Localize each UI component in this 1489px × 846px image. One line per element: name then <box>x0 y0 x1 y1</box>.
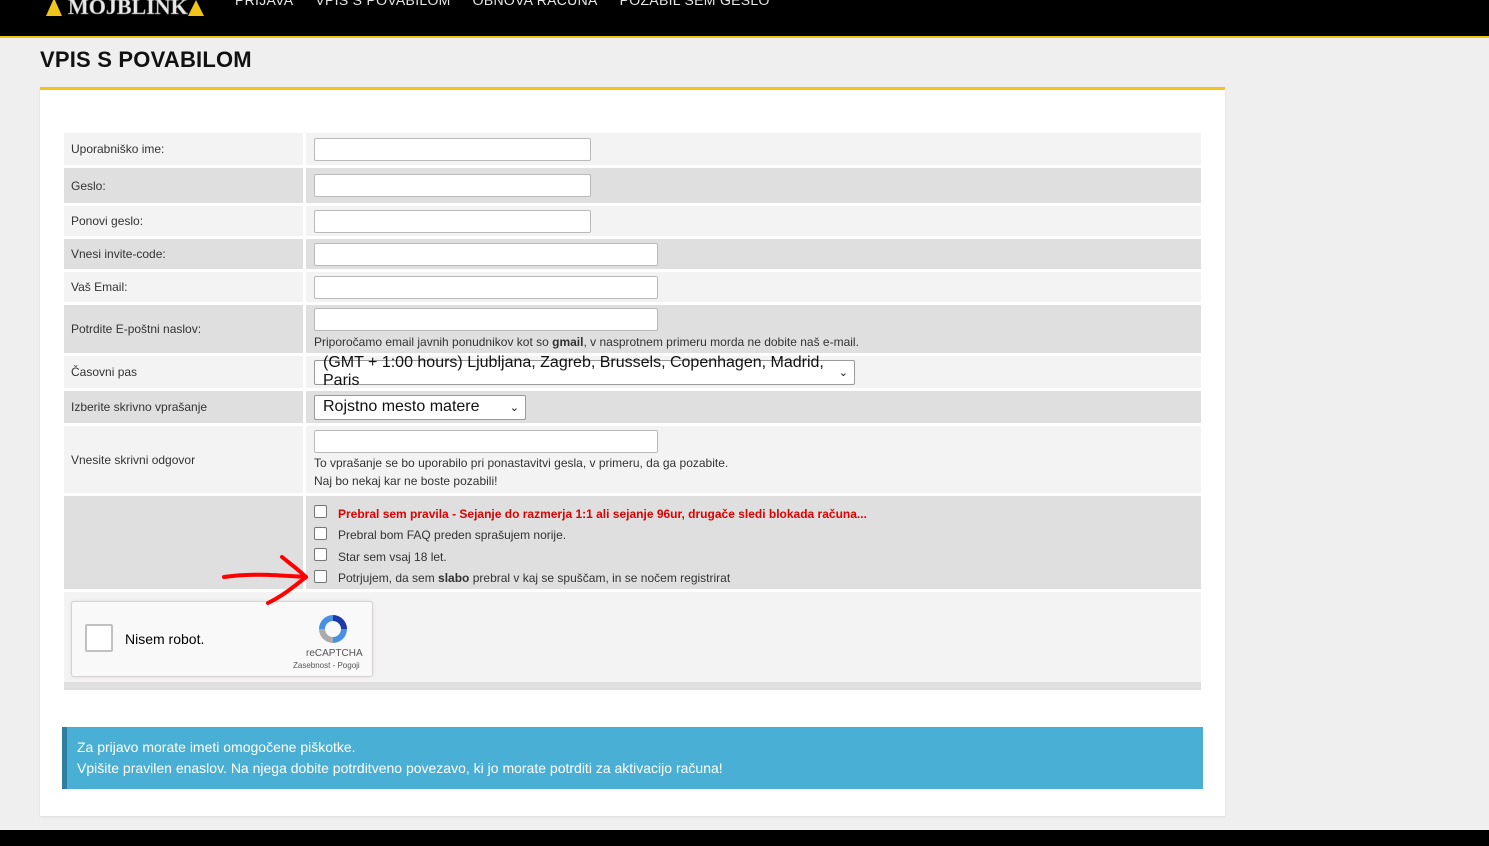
row-password-repeat: Ponovi geslo: <box>64 206 1201 239</box>
row-timezone: Časovni pas (GMT + 1:00 hours) Ljubljana… <box>64 354 1201 391</box>
logo-text: MOJBLINK <box>68 0 188 19</box>
top-nav-bar: MOJBLINK PRIJAVA VPIS S POVABILOM OBNOVA… <box>0 0 1489 38</box>
row-email: Vaš Email: <box>64 272 1201 305</box>
chevron-down-icon: ⌄ <box>509 401 519 414</box>
main-nav: PRIJAVA VPIS S POVABILOM OBNOVA RAČUNA P… <box>235 0 770 8</box>
row-email-confirm: Potrdite E-poštni naslov: Priporočamo em… <box>64 305 1201 356</box>
password-repeat-label: Ponovi geslo: <box>64 206 306 236</box>
bottom-bar <box>0 830 1489 846</box>
row-username: Uporabniško ime: <box>64 133 1201 168</box>
checkbox-age[interactable]: Star sem vsaj 18 let. <box>314 546 1201 568</box>
faq-checkbox[interactable] <box>314 526 327 540</box>
recaptcha-links[interactable]: Zasebnost - Pogoji <box>293 661 360 670</box>
username-input[interactable] <box>314 137 591 161</box>
form-footer-strip <box>64 682 1201 690</box>
age-checkbox[interactable] <box>314 548 327 562</box>
email-hint: Priporočamo email javnih ponudnikov kot … <box>314 334 859 349</box>
secret-question-select[interactable]: Rojstno mesto matere ⌄ <box>314 394 526 420</box>
secret-answer-label: Vnesite skrivni odgovor <box>64 426 306 493</box>
info-alert: Za prijavo morate imeti omogočene piškot… <box>62 727 1203 789</box>
timezone-label: Časovni pas <box>64 356 306 388</box>
rules-checkbox[interactable] <box>314 505 327 519</box>
site-logo[interactable]: MOJBLINK <box>40 0 210 20</box>
row-secret-answer: Vnesite skrivni odgovor To vprašanje se … <box>64 426 1201 496</box>
row-invite-code: Vnesi invite-code: <box>64 239 1201 272</box>
nav-item-invite-signup[interactable]: VPIS S POVABILOM <box>315 0 450 8</box>
recaptcha-brand: reCAPTCHA <box>306 648 363 659</box>
checkbox-faq[interactable]: Prebral bom FAQ preden sprašujem norije. <box>314 525 1201 547</box>
confirm-checkbox[interactable] <box>314 569 327 583</box>
email-input[interactable] <box>314 275 658 299</box>
recaptcha-widget: Nisem robot. reCAPTCHA Zasebnost - Pogoj… <box>71 601 373 677</box>
nav-item-account-recovery[interactable]: OBNOVA RAČUNA <box>473 0 598 8</box>
nav-item-forgot-password[interactable]: POZABIL SEM GESLO <box>620 0 770 8</box>
password-label: Geslo: <box>64 168 306 203</box>
secret-question-label: Izberite skrivno vprašanje <box>64 391 306 423</box>
recaptcha-icon <box>316 612 350 646</box>
password-input[interactable] <box>314 174 591 197</box>
signup-card: Uporabniško ime: Geslo: Ponovi geslo: Vn… <box>40 87 1225 816</box>
annotation-arrow-icon <box>222 555 308 605</box>
invite-code-label: Vnesi invite-code: <box>64 239 306 269</box>
info-line-email: Vpišite pravilen enaslov. Na njega dobit… <box>77 760 723 776</box>
email-confirm-input[interactable] <box>314 307 658 331</box>
checkbox-rules[interactable]: Prebral sem pravila - Sejanje do razmerj… <box>314 503 1201 525</box>
row-password: Geslo: <box>64 168 1201 206</box>
checkbox-confirm[interactable]: Potrjujem, da sem slabo prebral v kaj se… <box>314 568 1201 590</box>
chevron-down-icon: ⌄ <box>838 366 848 379</box>
invite-code-input[interactable] <box>314 242 658 266</box>
username-label: Uporabniško ime: <box>64 133 306 165</box>
secret-answer-hint: To vprašanje se bo uporabilo pri ponasta… <box>314 455 729 488</box>
page-title: VPIS S POVABILOM <box>40 47 252 72</box>
timezone-select[interactable]: (GMT + 1:00 hours) Ljubljana, Zagreb, Br… <box>314 354 855 389</box>
email-confirm-label: Potrdite E-poštni naslov: <box>64 305 306 353</box>
nav-item-login[interactable]: PRIJAVA <box>235 0 293 8</box>
row-secret-question: Izberite skrivno vprašanje Rojstno mesto… <box>64 391 1201 426</box>
password-repeat-input[interactable] <box>314 209 591 233</box>
email-label: Vaš Email: <box>64 272 306 302</box>
recaptcha-label: Nisem robot. <box>125 631 205 647</box>
info-line-cookies: Za prijavo morate imeti omogočene piškot… <box>77 739 356 755</box>
recaptcha-checkbox[interactable] <box>85 624 113 652</box>
secret-answer-input[interactable] <box>314 429 658 453</box>
